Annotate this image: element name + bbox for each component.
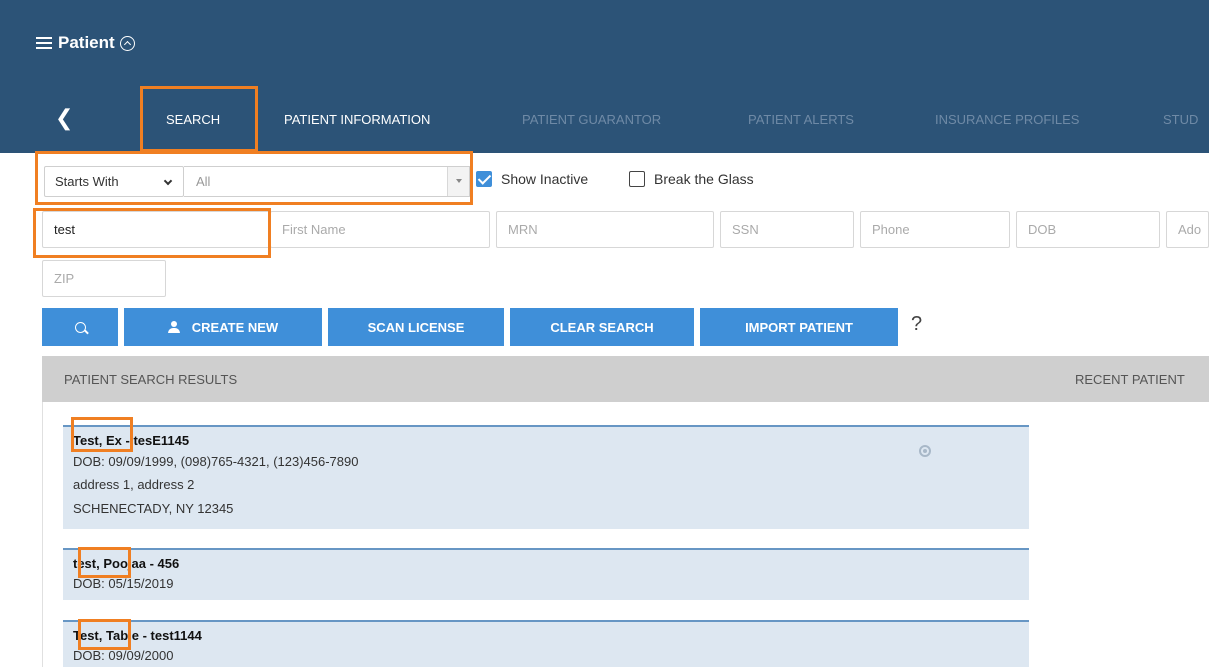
- import-patient-button[interactable]: IMPORT PATIENT: [700, 308, 898, 346]
- page-title: Patient: [58, 33, 115, 52]
- scope-select[interactable]: All: [184, 166, 470, 197]
- menu-icon[interactable]: [36, 37, 52, 49]
- zip-input[interactable]: [42, 260, 166, 297]
- show-inactive-checkbox[interactable]: [476, 171, 492, 187]
- results-list: Test, Ex - tesE1145 DOB: 09/09/1999, (09…: [42, 402, 1209, 667]
- action-buttons: CREATE NEW SCAN LICENSE CLEAR SEARCH IMP…: [42, 308, 904, 346]
- phone-input[interactable]: [860, 211, 1010, 248]
- tab-stud[interactable]: STUD: [1163, 112, 1198, 127]
- user-icon: [167, 321, 180, 333]
- tab-search[interactable]: SEARCH: [166, 112, 220, 127]
- tab-patient-guarantor[interactable]: PATIENT GUARANTOR: [522, 112, 661, 127]
- patient-address: address 1, address 2: [73, 477, 195, 492]
- app-title-group[interactable]: Patient: [36, 33, 135, 53]
- import-patient-label: IMPORT PATIENT: [745, 319, 853, 335]
- tab-patient-information[interactable]: PATIENT INFORMATION: [284, 112, 430, 127]
- scope-value: All: [196, 174, 211, 189]
- create-new-button[interactable]: CREATE NEW: [124, 308, 322, 346]
- dropdown-arrow-icon[interactable]: [447, 167, 469, 196]
- patient-details: DOB: 05/15/2019: [73, 576, 174, 591]
- back-arrow-icon[interactable]: ❮: [55, 105, 73, 130]
- break-glass-checkbox[interactable]: [629, 171, 645, 187]
- match-mode-value: Starts With: [55, 174, 119, 189]
- break-glass-label: Break the Glass: [654, 171, 754, 187]
- show-inactive-toggle[interactable]: Show Inactive: [476, 171, 588, 187]
- patient-name: Test, Table - test1144: [73, 628, 202, 643]
- results-title: PATIENT SEARCH RESULTS: [64, 372, 238, 387]
- chevron-up-icon[interactable]: [119, 35, 135, 51]
- search-icon: [74, 321, 86, 333]
- break-glass-toggle[interactable]: Break the Glass: [629, 171, 754, 187]
- tab-patient-alerts[interactable]: PATIENT ALERTS: [748, 112, 854, 127]
- list-item[interactable]: Test, Table - test1144 DOB: 09/09/2000: [63, 620, 1029, 667]
- clear-search-button[interactable]: CLEAR SEARCH: [510, 308, 694, 346]
- tab-bar: ❮ SEARCH PATIENT INFORMATION PATIENT GUA…: [0, 85, 1209, 153]
- results-header: PATIENT SEARCH RESULTS RECENT PATIENT: [42, 356, 1209, 402]
- help-icon[interactable]: ?: [911, 313, 922, 336]
- address-input[interactable]: [1166, 211, 1209, 248]
- list-item[interactable]: test, Poojaa - 456 DOB: 05/15/2019: [63, 548, 1029, 600]
- patient-name: test, Poojaa - 456: [73, 556, 180, 571]
- gear-icon[interactable]: [919, 445, 931, 457]
- last-name-input[interactable]: [42, 211, 270, 248]
- app-header: Patient: [0, 0, 1209, 85]
- patient-details: DOB: 09/09/2000: [73, 648, 174, 663]
- mrn-input[interactable]: [496, 211, 714, 248]
- show-inactive-label: Show Inactive: [501, 171, 589, 187]
- recent-patients-title: RECENT PATIENT: [1075, 372, 1185, 387]
- patient-name: Test, Ex - tesE1145: [73, 433, 190, 448]
- ssn-input[interactable]: [720, 211, 854, 248]
- create-new-label: CREATE NEW: [191, 319, 279, 335]
- chevron-down-icon: [163, 176, 173, 186]
- patient-city: SCHENECTADY, NY 12345: [73, 501, 234, 516]
- search-button[interactable]: [42, 308, 118, 346]
- first-name-input[interactable]: [270, 211, 490, 248]
- filter-selects: Starts With All: [44, 166, 470, 197]
- list-item[interactable]: Test, Ex - tesE1145 DOB: 09/09/1999, (09…: [63, 425, 1029, 529]
- scan-license-label: SCAN LICENSE: [367, 319, 465, 335]
- dob-input[interactable]: [1016, 211, 1160, 248]
- patient-details: DOB: 09/09/1999, (098)765-4321, (123)456…: [73, 454, 359, 469]
- match-mode-select[interactable]: Starts With: [44, 166, 184, 197]
- scan-license-button[interactable]: SCAN LICENSE: [328, 308, 504, 346]
- tab-insurance-profiles[interactable]: INSURANCE PROFILES: [935, 112, 1079, 127]
- clear-search-label: CLEAR SEARCH: [550, 319, 654, 335]
